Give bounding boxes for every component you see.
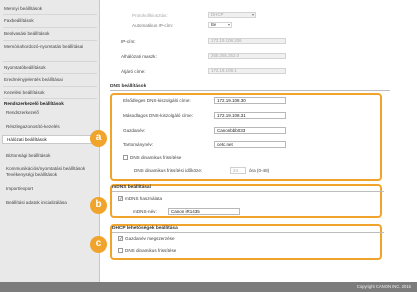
- dns-dynamic-update-checkbox[interactable]: [123, 155, 128, 160]
- secondary-dns-input[interactable]: 172.19.108.31: [214, 112, 286, 119]
- protocol-value: DHCP: [211, 12, 224, 17]
- sidebar-divider: [3, 61, 97, 62]
- mdns-name-label: mDNS-név:: [133, 209, 157, 214]
- settings-sidebar: Mennyi beállítások Faxbeállítások Beolva…: [0, 0, 100, 292]
- sidebar-item-label: Memóriahordozó-nyomtatás beállításai: [4, 44, 84, 49]
- sidebar-item-import-export[interactable]: Import/export: [6, 186, 98, 192]
- footer-bar: Copyright CANON INC. 2015: [0, 282, 417, 292]
- callout-badge-c: c: [90, 236, 107, 253]
- copyright-text: Copyright CANON INC. 2015: [356, 284, 411, 289]
- sidebar-item-system-manager[interactable]: Rendszerkezelő: [6, 110, 98, 116]
- domain-name-input[interactable]: cetc.net: [214, 141, 286, 148]
- dns-update-interval-input[interactable]: 24: [230, 167, 246, 174]
- sidebar-item-activity-settings[interactable]: Tevékenységi beállítások: [6, 172, 98, 178]
- dhcp-dns-update-checkbox[interactable]: [118, 248, 123, 253]
- sidebar-item-label: Hálózati beállítások: [7, 137, 47, 142]
- sidebar-item-label: Rendszerkezelő beállítások: [4, 101, 64, 106]
- hostname-label: Gazdanév:: [123, 128, 146, 133]
- sidebar-item-label: Faxbeállítások: [4, 18, 34, 23]
- sidebar-item-copy-settings[interactable]: Mennyi beállítások: [4, 6, 96, 12]
- sidebar-item-initialize-settings[interactable]: Beállítási adatok inicializálása: [6, 200, 98, 206]
- sidebar-item-network-settings[interactable]: Hálózati beállítások: [2, 135, 100, 144]
- subnet-mask-field: 255.255.252.0: [208, 53, 286, 59]
- sidebar-item-department-id[interactable]: Részlegazonosító-kezelés: [6, 124, 98, 130]
- sidebar-item-label: Beolvasási beállítások: [4, 31, 50, 36]
- sidebar-item-label: Beállítási adatok inicializálása: [6, 200, 67, 205]
- sidebar-item-media-print-settings[interactable]: Memóriahordozó-nyomtatás beállításai: [4, 44, 96, 50]
- mdns-use-label: mDNS használata: [125, 196, 163, 201]
- sidebar-item-label: Nyomtatóbeállítások: [4, 65, 46, 70]
- sidebar-item-security-settings[interactable]: Biztonsági beállítások: [6, 153, 98, 159]
- callout-badge-b: b: [90, 197, 107, 214]
- dhcp-hostname-checkbox[interactable]: ✓: [118, 236, 123, 241]
- dns-section-title: DNS beállítások: [110, 84, 390, 91]
- sidebar-item-fax-settings[interactable]: Faxbeállítások: [4, 18, 96, 24]
- sidebar-item-label: Import/export: [6, 186, 34, 191]
- sidebar-item-label: Biztonsági beállítások: [6, 153, 51, 158]
- sidebar-item-label: Mennyi beállítások: [4, 6, 43, 11]
- sidebar-item-label: Tevékenységi beállítások: [6, 172, 58, 177]
- sidebar-divider: [3, 40, 97, 41]
- ip-address-field: 172.19.108.206: [208, 38, 286, 44]
- sidebar-item-label: Rendszerkezelő: [6, 110, 39, 115]
- dhcp-hostname-label: Gazdanév megszerzése: [125, 236, 175, 241]
- sidebar-divider: [3, 73, 97, 74]
- auto-ip-value: Be: [211, 22, 217, 27]
- domain-name-label: Tartománynév:: [123, 142, 154, 147]
- sidebar-item-label: Eredményjelentés beállításai: [4, 77, 63, 82]
- sidebar-item-communication-settings[interactable]: Kommunikációs/nyomtatási beállítások: [6, 166, 98, 172]
- sidebar-divider: [3, 27, 97, 28]
- chevron-down-icon: ▾: [251, 12, 254, 17]
- auto-ip-select[interactable]: Be ▾: [208, 22, 232, 28]
- sidebar-item-label: Részlegazonosító-kezelés: [6, 124, 60, 129]
- protocol-label: Protokollkiosztás:: [132, 13, 168, 18]
- protocol-select[interactable]: DHCP ▾: [208, 12, 256, 18]
- auto-ip-label: Automatikus IP-cím:: [132, 23, 174, 28]
- dns-update-interval-label: DNS dinamikus frissítési időköze:: [134, 168, 203, 173]
- mdns-use-checkbox[interactable]: ✓: [118, 196, 123, 201]
- chevron-down-icon: ▾: [227, 22, 230, 27]
- sidebar-item-label: Kommunikációs/nyomtatási beállítások: [6, 166, 86, 171]
- ip-address-label: IP-cím:: [121, 39, 136, 44]
- dhcp-section-title: DHCP lehetőségek beállítása: [112, 226, 384, 233]
- dns-update-interval-unit: óra (0-48): [249, 168, 270, 173]
- sidebar-divider: [3, 86, 97, 87]
- sidebar-item-report-settings[interactable]: Eredményjelentés beállításai: [4, 77, 96, 83]
- primary-dns-input[interactable]: 172.19.108.30: [214, 97, 286, 104]
- gateway-label: Átjáró címe:: [121, 69, 146, 74]
- dns-dynamic-update-label: DNS dinamikus frissítése: [130, 155, 182, 160]
- sidebar-item-label: Kezelési beállítások: [4, 90, 45, 95]
- subnet-mask-label: Alhálózati maszk:: [121, 54, 157, 59]
- secondary-dns-label: Másodlagos DNS-kiszolgáló címe:: [123, 113, 193, 118]
- sidebar-divider: [3, 14, 97, 15]
- gateway-field: 172.19.108.1: [208, 68, 286, 74]
- sidebar-group-system-management[interactable]: Rendszerkezelő beállítások: [4, 101, 96, 107]
- callout-badge-a: a: [90, 130, 107, 147]
- sidebar-item-printer-settings[interactable]: Nyomtatóbeállítások: [4, 65, 96, 71]
- sidebar-divider: [3, 98, 97, 99]
- dhcp-dns-update-label: DNS dinamikus frissítése: [125, 248, 177, 253]
- primary-dns-label: Elsődleges DNS-kiszolgáló címe:: [123, 98, 191, 103]
- sidebar-item-scan-settings[interactable]: Beolvasási beállítások: [4, 31, 96, 37]
- hostname-input[interactable]: Canonbbb033: [214, 127, 286, 134]
- mdns-section-title: mDNS beállításai: [112, 185, 384, 192]
- sidebar-item-operation-settings[interactable]: Kezelési beállítások: [4, 90, 96, 96]
- mdns-name-input[interactable]: Canon iR1435: [168, 208, 240, 215]
